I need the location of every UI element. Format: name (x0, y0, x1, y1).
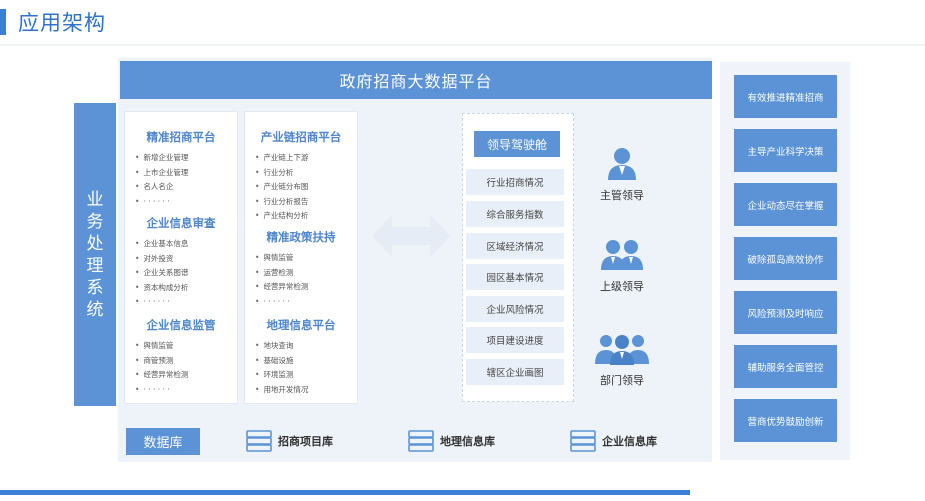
section-list: 地块查询 基础设施 环境监测 用地开发情况 (255, 339, 308, 397)
list-item: 企业基本信息 (135, 237, 188, 252)
list-item: 舆情监管 (135, 339, 188, 354)
database-item-label: 招商项目库 (278, 435, 333, 448)
single-user-icon (608, 148, 636, 180)
cockpit-item: 园区基本情况 (466, 264, 564, 290)
list-item: 基础设施 (255, 354, 308, 369)
left-panel: 精准招商平台 新增企业管理 上市企业管理 名人名企 · · · · · · 企业… (124, 111, 238, 404)
goal-box: 有效推进精准招商 (734, 75, 837, 118)
side-char: 处 (86, 233, 104, 254)
database-item: 企业信息库 (570, 430, 657, 452)
list-item: 运营检测 (255, 266, 308, 281)
goal-box: 营商优势鼓励创新 (734, 399, 837, 442)
section-list: 企业基本信息 对外投资 企业关系图谱 资本构成分析 · · · · · · (135, 237, 188, 310)
goal-box: 破除孤岛高效协作 (734, 237, 837, 280)
role-label: 部门领导 (600, 374, 644, 387)
database-label: 数据库 (126, 428, 200, 455)
section-list: 舆情监管 商管预测 经营异常检测 · · · · · · (135, 339, 188, 397)
side-char: 务 (86, 211, 104, 232)
section-title: 企业信息监管 (146, 318, 216, 332)
list-item: 对外投资 (135, 252, 188, 267)
page-title: 应用架构 (18, 11, 106, 35)
section-title: 产业链招商平台 (260, 130, 342, 144)
list-item: 经营异常检测 (255, 280, 308, 295)
side-char: 系 (86, 277, 104, 298)
group-users-icon (595, 335, 649, 365)
section-list: 舆情监管 运营检测 经营异常检测 · · · · · · (255, 251, 308, 309)
list-item: 新增企业管理 (135, 151, 188, 166)
list-item: 资本构成分析 (135, 281, 188, 296)
list-item: · · · · · · (135, 295, 188, 310)
cockpit-item: 企业风险情况 (466, 296, 564, 322)
double-arrow-icon (372, 215, 450, 257)
list-item: 行业分析 (255, 166, 308, 181)
role-manager: 主管领导 (582, 145, 662, 203)
role-label: 上级领导 (600, 280, 644, 293)
side-char: 业 (86, 189, 104, 210)
section-list: 新增企业管理 上市企业管理 名人名企 · · · · · · (135, 151, 188, 209)
role-label: 主管领导 (600, 189, 644, 202)
list-item: 名人名企 (135, 180, 188, 195)
section-title: 企业信息审查 (146, 216, 216, 230)
section-title: 地理信息平台 (266, 318, 336, 332)
goal-box: 风险预测及时响应 (734, 291, 837, 334)
list-item: 产业链分布图 (255, 180, 308, 195)
goal-box: 辅助服务全面管控 (734, 345, 837, 388)
list-item: 环境监测 (255, 368, 308, 383)
two-users-icon (601, 240, 643, 270)
role-superior: 上级领导 (582, 236, 662, 294)
list-item: 经营异常检测 (135, 368, 188, 383)
section-title: 精准招商平台 (146, 130, 216, 144)
list-item: 用地开发情况 (255, 383, 308, 398)
list-item: 产业结构分析 (255, 209, 308, 224)
role-department: 部门领导 (582, 330, 662, 388)
list-item: 企业关系图谱 (135, 266, 188, 281)
list-item: 舆情监管 (255, 251, 308, 266)
database-item-label: 企业信息库 (602, 435, 657, 448)
business-system-column: 业 务 处 理 系 统 (74, 103, 116, 406)
database-item: 地理信息库 (408, 430, 495, 452)
cockpit-item: 项目建设进度 (466, 327, 564, 353)
database-item-label: 地理信息库 (440, 435, 495, 448)
list-item: 商管预测 (135, 354, 188, 369)
database-item: 招商项目库 (246, 430, 333, 452)
title-accent-bar (0, 9, 6, 35)
section-title: 精准政策扶持 (266, 230, 336, 244)
list-item: 上市企业管理 (135, 166, 188, 181)
list-item: · · · · · · (135, 383, 188, 398)
title-divider (0, 44, 925, 46)
goal-box: 企业动态尽在掌握 (734, 183, 837, 226)
cockpit-item: 辖区企业画图 (466, 359, 564, 385)
section-list: 产业链上下游 行业分析 产业链分布图 行业分析报告 产业结构分析 (255, 151, 308, 224)
list-item: 产业链上下游 (255, 151, 308, 166)
cockpit-item: 行业招商情况 (466, 169, 564, 195)
list-item: 行业分析报告 (255, 195, 308, 210)
goal-box: 主导产业科学决策 (734, 129, 837, 172)
side-char: 理 (86, 255, 104, 276)
list-item: 地块查询 (255, 339, 308, 354)
cockpit-title: 领导驾驶舱 (474, 131, 560, 157)
database-icon (408, 430, 434, 452)
platform-title: 政府招商大数据平台 (120, 61, 712, 99)
list-item: · · · · · · (135, 195, 188, 210)
side-char: 统 (86, 299, 104, 320)
list-item: · · · · · · (255, 295, 308, 310)
database-icon (570, 430, 596, 452)
database-icon (246, 430, 272, 452)
cockpit-item: 综合服务指数 (466, 201, 564, 227)
bottom-accent-line (0, 490, 690, 495)
cockpit-item: 区域经济情况 (466, 233, 564, 259)
middle-panel: 产业链招商平台 产业链上下游 行业分析 产业链分布图 行业分析报告 产业结构分析… (244, 111, 358, 404)
